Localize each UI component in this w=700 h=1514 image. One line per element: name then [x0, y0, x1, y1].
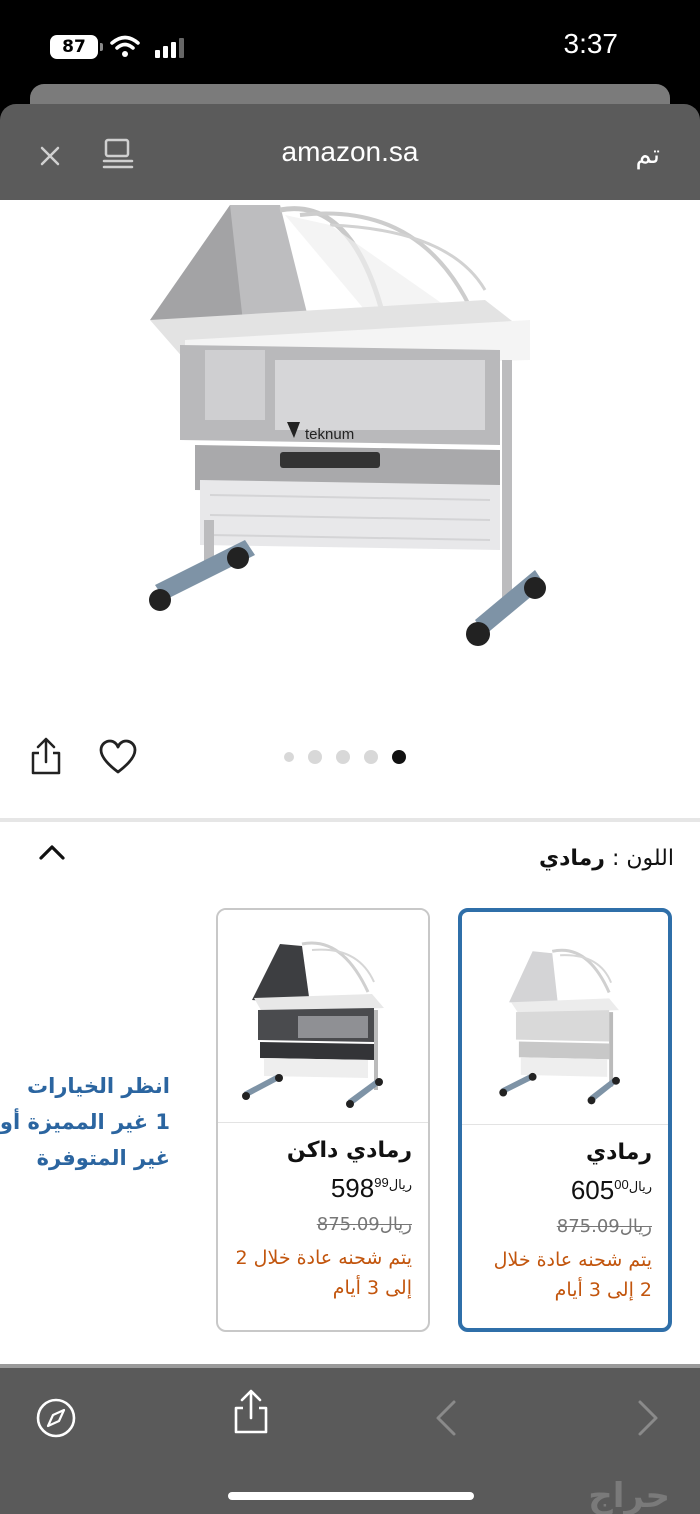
price-currency: ريال	[628, 1180, 652, 1195]
page-domain: amazon.sa	[281, 136, 419, 167]
brand-logo: teknum	[305, 426, 354, 443]
browser-toolbar: حراج	[0, 1364, 700, 1514]
price-currency: ريال	[388, 1178, 412, 1193]
carousel-dot[interactable]	[284, 752, 294, 762]
back-arrow-icon[interactable]	[432, 1398, 460, 1438]
price-fraction: 00	[614, 1177, 629, 1192]
see-more-options-link[interactable]: انظر الخيارات 1 غير المميزة أو غير المتو…	[0, 1068, 170, 1176]
color-label: اللون :	[611, 846, 674, 871]
carousel-dots[interactable]	[284, 750, 406, 764]
status-bar: 87 3:37	[0, 0, 700, 84]
card-divider	[462, 1124, 668, 1125]
battery-indicator: 87	[50, 35, 103, 59]
option-price: ريال 59899	[234, 1173, 412, 1204]
option-shipping-info: يتم شحنه عادة خلال 2 إلى 3 أيام	[235, 1247, 412, 1299]
wifi-icon	[110, 35, 140, 57]
option-details: رمادي داكن ريال 59899 875.09ريال يتم شحنه…	[218, 1138, 428, 1303]
forward-arrow-icon[interactable]	[634, 1398, 662, 1438]
done-button[interactable]: تم	[635, 140, 660, 170]
color-selection-label: اللون : رمادي	[539, 846, 674, 871]
option-shipping-info: يتم شحنه عادة خلال 2 إلى 3 أيام	[493, 1249, 652, 1301]
status-time: 3:37	[563, 28, 619, 59]
price-whole: 598	[330, 1173, 375, 1203]
option-details: رمادي ريال 60500 875.09ريال يتم شحنه عادة…	[462, 1140, 668, 1305]
option-price: ريال 60500	[478, 1175, 652, 1206]
option-image	[218, 910, 428, 1122]
product-image[interactable]: teknum	[30, 200, 670, 685]
option-old-price: 875.09ريال	[556, 1216, 652, 1237]
section-divider	[0, 818, 700, 822]
share-icon[interactable]	[28, 736, 64, 776]
home-indicator	[228, 1492, 474, 1500]
watermark: حراج	[588, 1476, 670, 1514]
color-option-grey[interactable]: رمادي ريال 60500 875.09ريال يتم شحنه عادة…	[458, 908, 672, 1332]
more-options-line: انظر الخيارات	[27, 1074, 170, 1098]
option-name: رمادي	[586, 1140, 652, 1165]
compass-icon[interactable]	[34, 1396, 78, 1440]
cellular-signal-icon	[155, 38, 184, 58]
share-icon[interactable]	[230, 1388, 272, 1436]
more-options-line: غير المتوفرة	[36, 1146, 170, 1170]
option-image	[462, 914, 668, 1122]
carousel-dot[interactable]	[364, 750, 378, 764]
chevron-up-icon[interactable]	[38, 842, 66, 862]
card-divider	[218, 1122, 428, 1123]
price-fraction: 99	[374, 1175, 389, 1190]
more-options-line: 1 غير المميزة أو	[0, 1110, 170, 1134]
product-page: teknum اللون : رمادي رمادي ريال60500 875…	[0, 200, 700, 1364]
option-old-price: 875.09ريال	[316, 1214, 412, 1235]
carousel-dot[interactable]	[336, 750, 350, 764]
heart-icon[interactable]	[98, 738, 138, 776]
battery-level: 87	[62, 37, 86, 57]
browser-header: amazon.sa تم	[0, 104, 700, 200]
selected-color: رمادي	[538, 846, 605, 871]
price-whole: 605	[570, 1175, 615, 1205]
carousel-dot[interactable]	[308, 750, 322, 764]
color-option-dark-grey[interactable]: رمادي داكن ريال 59899 875.09ريال يتم شحنه…	[216, 908, 430, 1332]
carousel-dot-active[interactable]	[392, 750, 406, 764]
option-name: رمادي داكن	[286, 1138, 412, 1163]
